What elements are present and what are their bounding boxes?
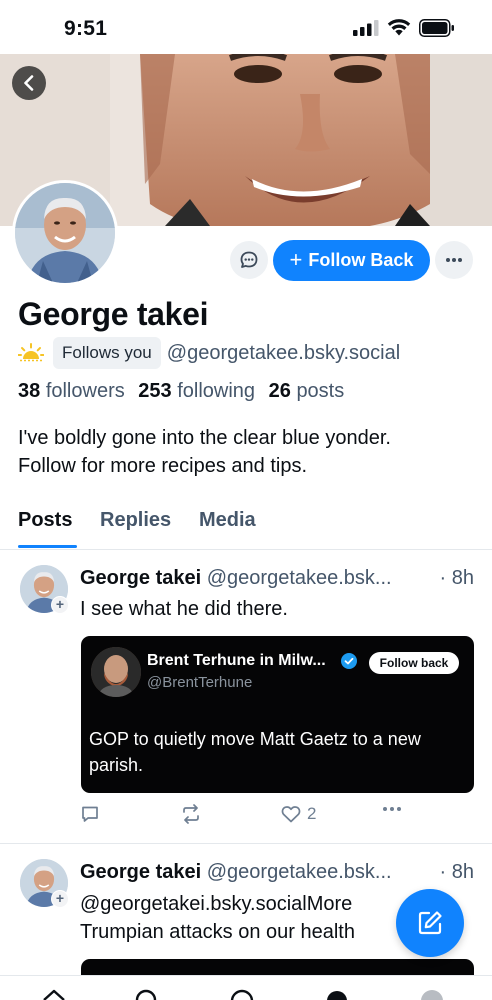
- post-more-button[interactable]: [382, 806, 402, 812]
- cellular-signal-icon: [353, 20, 379, 36]
- message-button[interactable]: [230, 241, 268, 279]
- avatar-photo: [91, 647, 141, 697]
- profile-badge-row: Follows you @georgetakee.bsky.social: [18, 337, 400, 369]
- heart-icon: [281, 806, 301, 823]
- compose-button[interactable]: [396, 889, 464, 957]
- follow-back-label: Follow Back: [308, 250, 414, 270]
- post-text-line: @georgetakei.bsky.socialMore: [80, 893, 353, 915]
- plus-icon: +: [289, 246, 303, 272]
- reply-icon: [82, 806, 98, 822]
- post-actions: 2: [0, 804, 492, 830]
- post-timestamp: · 8h: [439, 567, 474, 589]
- follows-you-badge: Follows you: [53, 337, 161, 369]
- profile-bio: I've boldly gone into the clear blue yon…: [18, 424, 478, 480]
- more-options-button[interactable]: [435, 241, 473, 279]
- chat-bubble-icon: [240, 251, 258, 268]
- bio-line: I've boldly gone into the clear blue yon…: [18, 427, 391, 449]
- chat-icon[interactable]: [229, 988, 255, 1000]
- profile-avatar-nav-icon[interactable]: [419, 988, 445, 1000]
- follow-plus-icon[interactable]: +: [51, 596, 69, 614]
- followers-label: followers: [45, 380, 125, 402]
- follow-back-button[interactable]: + Follow Back: [273, 240, 430, 281]
- followers-count: 38: [18, 380, 41, 402]
- profile-avatar[interactable]: [12, 180, 118, 286]
- quoted-post-text: GOP to quietly move Matt Gaetz to a new …: [89, 729, 421, 775]
- post-divider: [0, 843, 492, 844]
- tab-media[interactable]: Media: [199, 509, 256, 532]
- bottom-navigation: [0, 975, 492, 1000]
- quoted-post-card[interactable]: Brent Terhune in Milw... Follow back @Br…: [81, 636, 474, 793]
- posts-stat: 26 posts: [269, 380, 345, 402]
- post-timestamp: · 8h: [439, 861, 474, 883]
- status-bar: 9:51: [0, 0, 492, 54]
- profile-handle: @georgetakee.bsky.social: [166, 341, 401, 364]
- active-tab-indicator: [18, 545, 77, 548]
- post-author-handle: @georgetakee.bsk...: [206, 861, 392, 883]
- tab-replies[interactable]: Replies: [100, 509, 171, 532]
- posts-count: 26: [268, 380, 291, 402]
- chevron-left-icon: [24, 75, 34, 91]
- post-author-name[interactable]: George takei: [80, 567, 201, 589]
- profile-display-name: George takei: [18, 296, 209, 332]
- reply-button[interactable]: [80, 804, 100, 824]
- post-header: George takei @georgetakee.bsk...: [80, 567, 392, 590]
- post-author-name[interactable]: George takei: [80, 861, 201, 883]
- ellipsis-icon: [446, 258, 462, 262]
- tab-posts[interactable]: Posts: [18, 509, 72, 532]
- notifications-icon[interactable]: [324, 988, 350, 1000]
- quoted-author-handle: @BrentTerhune: [147, 674, 253, 691]
- follow-plus-icon[interactable]: +: [51, 890, 69, 908]
- following-count: 253: [138, 380, 172, 402]
- profile-stats: 38 followers 253 following 26 posts: [18, 380, 344, 403]
- wifi-icon: [387, 19, 411, 36]
- ellipsis-icon: [383, 807, 401, 811]
- post-text: @georgetakei.bsky.socialMore Trumpian at…: [80, 890, 355, 946]
- following-stat[interactable]: 253 following: [138, 380, 255, 402]
- quoted-author-name: Brent Terhune in Milw...: [147, 652, 326, 669]
- repost-button[interactable]: [180, 804, 202, 824]
- home-icon[interactable]: [41, 988, 67, 1000]
- post-header: George takei @georgetakee.bsk...: [80, 861, 392, 884]
- quoted-author-avatar: [91, 647, 141, 697]
- verified-badge-icon: [341, 653, 357, 669]
- sun-icon: [18, 340, 44, 366]
- like-count: 2: [307, 804, 317, 823]
- repost-icon: [183, 804, 199, 824]
- posts-label: posts: [296, 380, 345, 402]
- post-text: I see what he did there.: [80, 598, 288, 620]
- post-author-handle: @georgetakee.bsk...: [206, 567, 392, 589]
- like-button[interactable]: 2: [281, 804, 316, 824]
- bio-line: Follow for more recipes and tips.: [18, 455, 308, 477]
- battery-icon: [419, 19, 454, 37]
- quoted-follow-back-button[interactable]: Follow back: [369, 652, 459, 674]
- profile-tabs: Posts Replies Media: [0, 500, 492, 550]
- followers-stat[interactable]: 38 followers: [18, 380, 125, 402]
- post-text-line: Trumpian attacks on our health: [80, 921, 355, 943]
- back-button[interactable]: [12, 66, 46, 100]
- search-icon[interactable]: [134, 988, 160, 1000]
- status-time: 9:51: [64, 17, 108, 40]
- avatar-photo: [15, 183, 115, 283]
- compose-pencil-icon: [418, 911, 442, 935]
- following-label: following: [177, 380, 256, 402]
